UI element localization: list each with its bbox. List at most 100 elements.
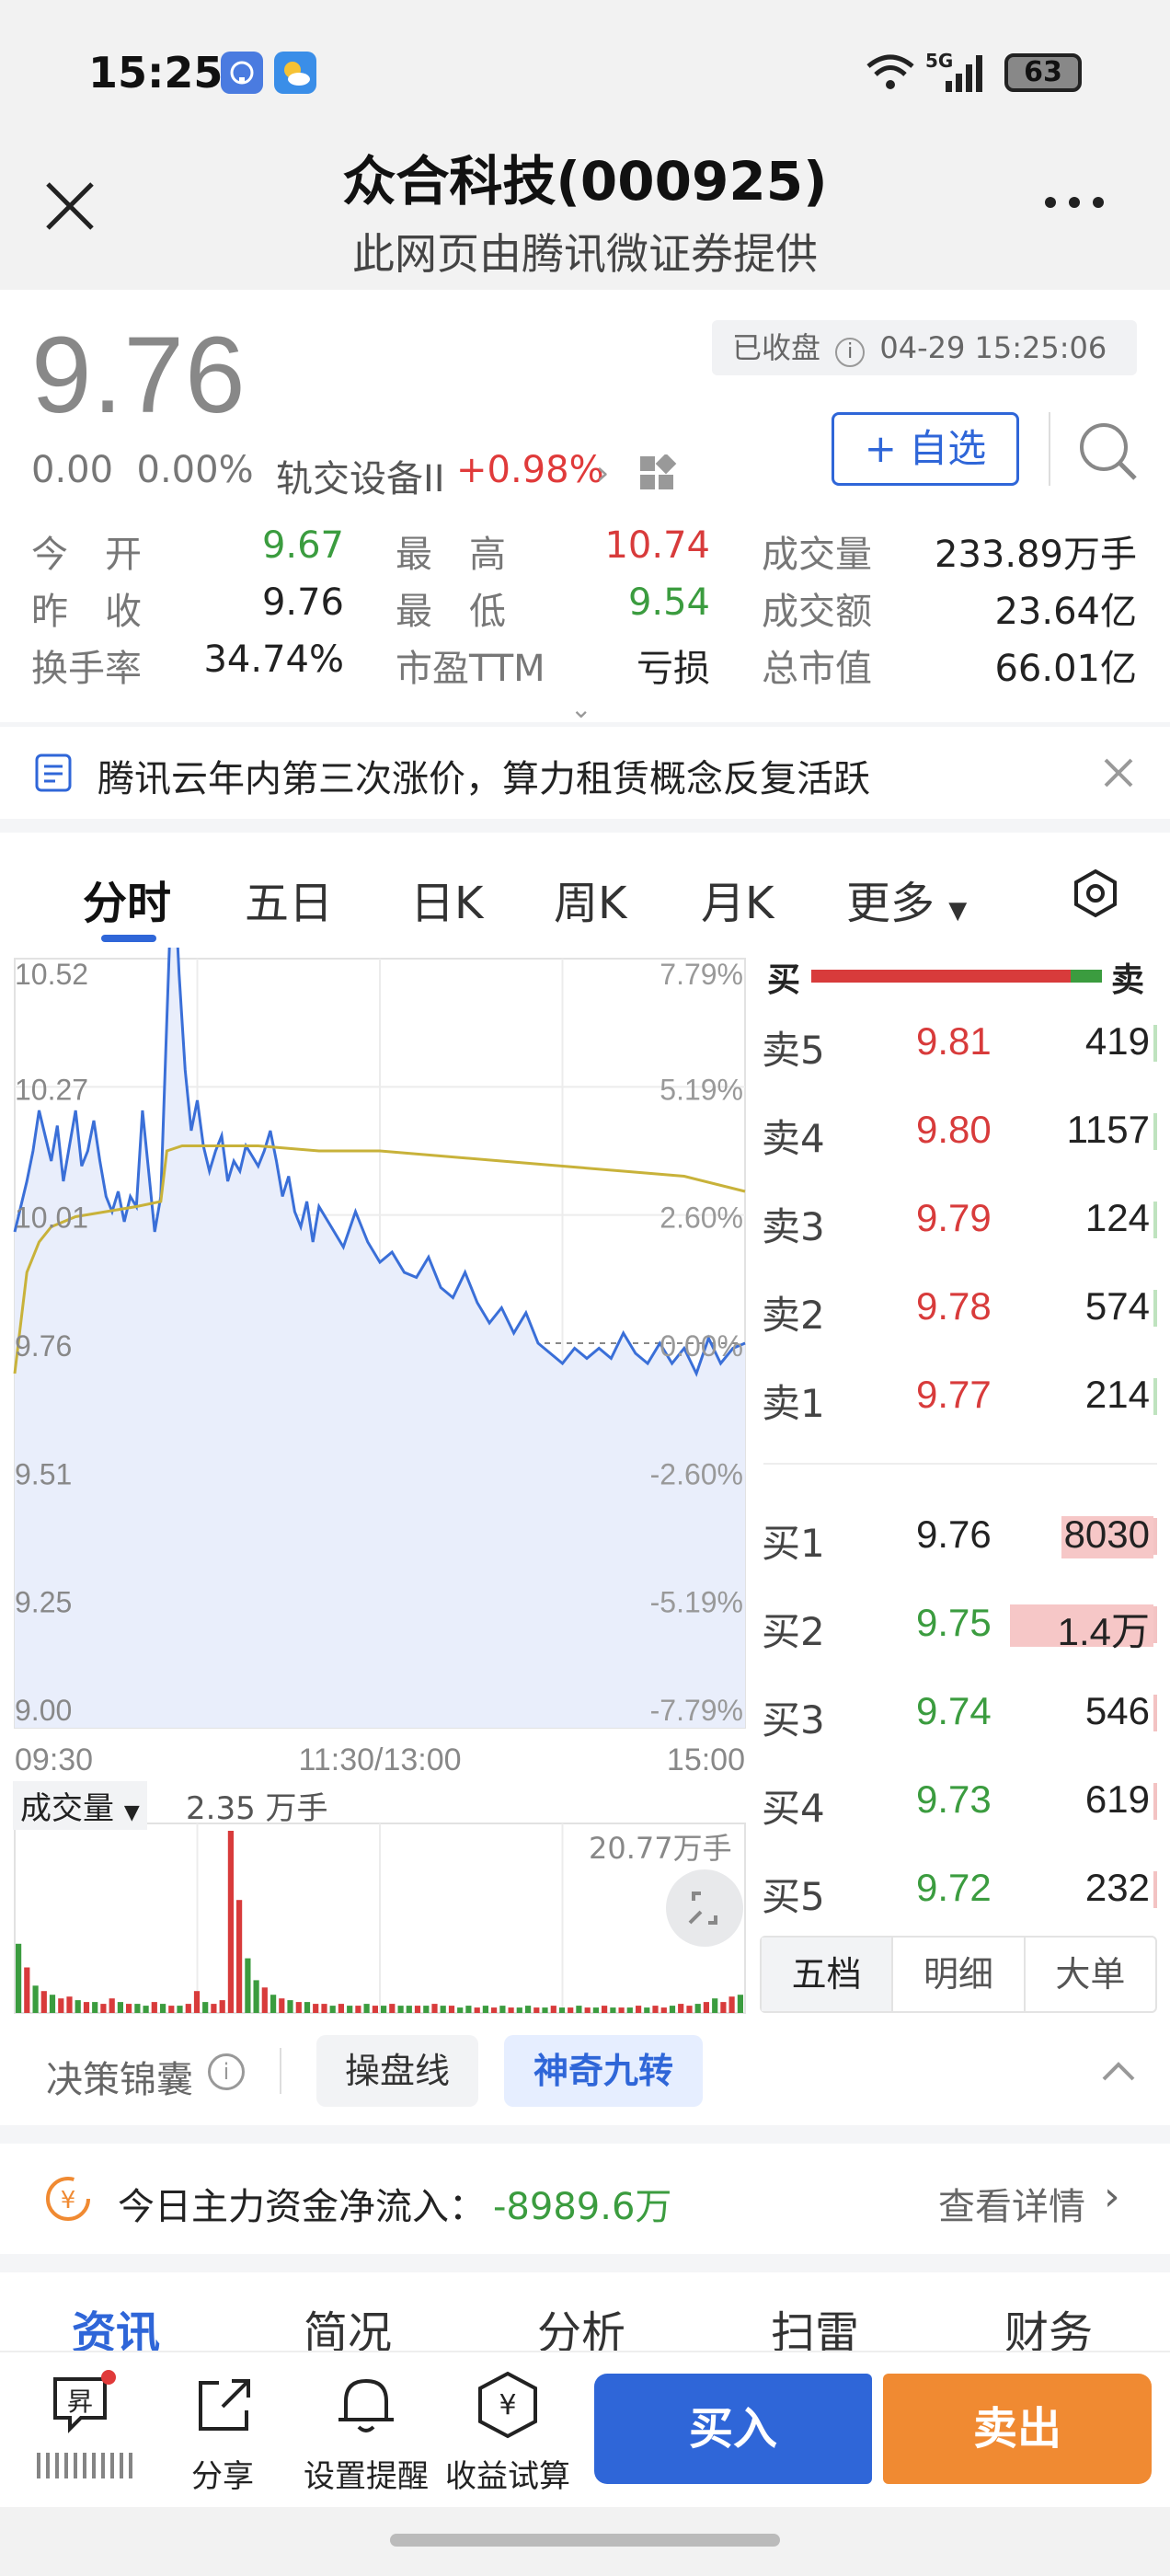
yuan-flow-icon: ¥ — [42, 2173, 94, 2228]
more-menu-button[interactable] — [1039, 184, 1113, 221]
y-tick-pct: 5.19% — [660, 1073, 743, 1106]
news-headline[interactable]: 腾讯云年内第三次涨价，算力租赁概念反复活跃 — [98, 749, 870, 802]
notification-app-icon — [221, 52, 263, 94]
stat-value: 9.67 — [261, 524, 344, 567]
tab-five-day[interactable]: 五日 — [245, 867, 333, 931]
volume-bar — [177, 2006, 183, 2013]
depth-edge-bar — [1153, 1518, 1157, 1555]
chevron-right-icon: › — [1104, 2173, 1120, 2220]
asks-level-price: 9.79 — [916, 1196, 992, 1239]
tab-intraday[interactable]: 分时 — [83, 867, 171, 931]
volume-bar — [32, 1985, 39, 2013]
asks-level-volume: 1157 — [1066, 1108, 1150, 1151]
volume-bar — [75, 2000, 81, 2013]
buy-button[interactable]: 买入 — [594, 2374, 872, 2484]
volume-bar — [508, 2007, 514, 2013]
volume-bar — [261, 1987, 268, 2013]
volume-indicator-select[interactable]: 成交量 ▼ — [13, 1781, 147, 1830]
caret-down-icon: ▼ — [948, 897, 968, 925]
asks-level-label: 卖2 — [762, 1293, 825, 1338]
market-status: 已收盘 — [732, 330, 821, 365]
chip-trading-line[interactable]: 操盘线 — [316, 2035, 478, 2107]
info-icon[interactable]: i — [208, 2053, 245, 2090]
search-icon[interactable] — [1076, 420, 1141, 488]
sell-button[interactable]: 卖出 — [883, 2374, 1152, 2484]
share-icon[interactable] — [191, 2374, 256, 2442]
volume-bar — [618, 2007, 625, 2013]
volume-bar — [389, 2004, 396, 2013]
bids-level-price: 9.73 — [916, 1777, 992, 1821]
tab-daily-k[interactable]: 日K — [410, 867, 483, 931]
volume-bar — [652, 2006, 659, 2013]
bids-level-label: 买2 — [762, 1609, 825, 1654]
depth-edge-bar — [1153, 1378, 1157, 1415]
asks-level-label: 卖4 — [762, 1116, 825, 1161]
volume-bar — [295, 2002, 302, 2013]
sector-change[interactable]: +0.98% — [456, 449, 604, 491]
volume-bar — [287, 2000, 293, 2013]
volume-bar — [83, 2002, 90, 2013]
close-icon[interactable] — [1100, 754, 1137, 795]
volume-bar — [151, 2002, 157, 2013]
volume-bar — [227, 1831, 234, 2013]
tab-monthly-k[interactable]: 月K — [701, 867, 774, 931]
volume-bar — [381, 2006, 387, 2013]
current-volume: 2.35 万手 — [186, 1790, 328, 1827]
tab-five-level[interactable]: 五档 — [762, 1938, 894, 2011]
volume-bar — [558, 2007, 566, 2013]
bell-icon[interactable] — [331, 2370, 401, 2444]
tab-detail[interactable]: 明细 — [893, 1938, 1026, 2011]
stat-label[interactable]: 总市值 — [762, 638, 872, 692]
fund-flow-label: 今日主力资金净流入： — [118, 2186, 486, 2228]
share-label[interactable]: 分享 — [149, 2451, 296, 2496]
volume-bar — [728, 1996, 735, 2013]
volume-bar — [636, 2006, 642, 2013]
add-watchlist-button[interactable]: + 自选 — [832, 412, 1019, 486]
volume-bar — [193, 1991, 201, 2013]
tab-more-label: 更多 — [846, 878, 935, 929]
battery-icon: 63 — [1004, 53, 1082, 92]
stat-value: 9.54 — [627, 581, 710, 624]
stat-label[interactable]: 市盈TTM — [396, 638, 545, 692]
bids-level-volume: 232 — [1084, 1866, 1150, 1909]
volume-bar — [712, 1998, 718, 2013]
settings-icon[interactable] — [1071, 868, 1120, 922]
home-indicator[interactable] — [390, 2534, 780, 2547]
y-tick-pct: 0.00% — [660, 1329, 743, 1363]
community-icon[interactable]: 昇 — [48, 2370, 118, 2444]
community-label-placeholder — [37, 2453, 138, 2478]
volume-bar — [644, 2007, 650, 2013]
volume-bar — [355, 2006, 361, 2013]
alert-label[interactable]: 设置提醒 — [292, 2451, 440, 2496]
tab-more[interactable]: 更多 ▼ — [846, 867, 967, 931]
svg-text:昇: 昇 — [67, 2386, 93, 2417]
bids-level-price: 9.74 — [916, 1689, 992, 1732]
volume-bar — [465, 2006, 472, 2013]
tab-weekly-k[interactable]: 周K — [554, 867, 626, 931]
expand-chevron-icon[interactable]: ⌄ — [570, 694, 591, 724]
volume-bar — [592, 2007, 599, 2013]
volume-bar — [448, 2006, 455, 2013]
yuan-calc-icon[interactable]: ¥ — [473, 2370, 543, 2444]
volume-bar — [576, 2006, 582, 2013]
calc-label[interactable]: 收益试算 — [434, 2451, 581, 2496]
sector-name[interactable]: 轨交设备II — [276, 449, 445, 502]
fullscreen-button[interactable] — [666, 1869, 743, 1947]
tab-large-order[interactable]: 大单 — [1026, 1938, 1155, 2011]
quote-datetime: 04-29 15:25:06 — [879, 330, 1107, 365]
asks-level-volume: 214 — [1084, 1373, 1150, 1416]
volume-label: 成交量 — [20, 1790, 114, 1827]
stat-value: 66.01亿 — [994, 648, 1137, 690]
volume-bar — [694, 2004, 701, 2013]
collapse-icon[interactable] — [1100, 2057, 1137, 2088]
volume-bar — [185, 2004, 191, 2013]
volume-bar — [117, 2002, 123, 2013]
chip-magic-nine[interactable]: 神奇九转 — [504, 2035, 703, 2107]
bids-level-label: 买4 — [762, 1786, 825, 1831]
signal-icon — [944, 53, 988, 98]
grid-icon[interactable] — [638, 453, 677, 497]
asks-level-volume: 574 — [1084, 1284, 1150, 1328]
volume-bar — [338, 2004, 344, 2013]
view-details-link[interactable]: 查看详情 — [938, 2177, 1085, 2230]
market-status-chip: 已收盘 i 04-29 15:25:06 — [712, 320, 1137, 375]
